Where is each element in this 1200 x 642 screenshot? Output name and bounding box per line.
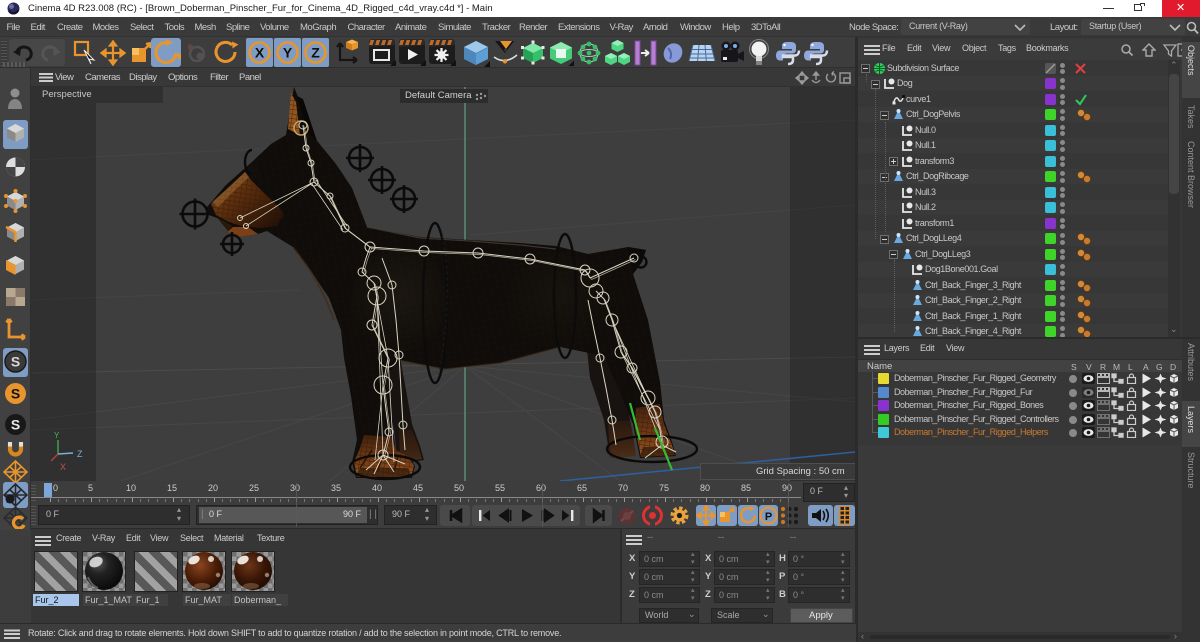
svg-text:Z: Z xyxy=(311,45,320,61)
svg-text:X: X xyxy=(255,45,265,61)
svg-text:S: S xyxy=(11,417,20,433)
svg-text:Y: Y xyxy=(283,45,293,61)
svg-text:Y: Y xyxy=(54,431,60,440)
svg-text:S: S xyxy=(11,354,20,370)
svg-text:S: S xyxy=(11,386,20,402)
svg-text:X: X xyxy=(60,462,66,472)
svg-text:P: P xyxy=(765,511,772,523)
svg-text:Z: Z xyxy=(77,449,83,459)
